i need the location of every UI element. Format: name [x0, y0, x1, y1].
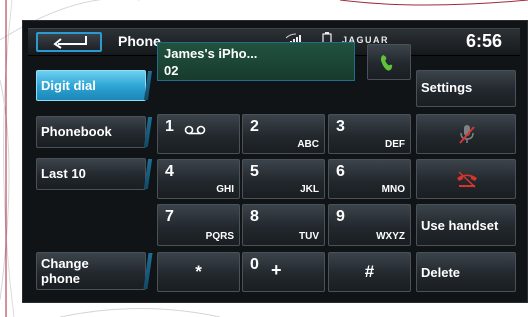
back-button[interactable]: [36, 32, 102, 52]
key-star[interactable]: *: [157, 252, 240, 292]
delete-label: Delete: [421, 265, 461, 280]
mute-button[interactable]: [416, 114, 516, 154]
end-call-icon: [457, 171, 477, 188]
page-title: Phone: [118, 33, 161, 49]
call-button[interactable]: [367, 44, 411, 80]
key-8-letters: TUV: [299, 231, 319, 242]
key-hash[interactable]: #: [328, 252, 411, 292]
key-8-number: 8: [250, 208, 259, 225]
key-4[interactable]: 4 GHI: [157, 159, 240, 199]
key-0[interactable]: 0 +: [242, 252, 325, 292]
key-hash-symbol: #: [364, 262, 375, 281]
key-0-plus: +: [271, 260, 282, 280]
key-7-number: 7: [165, 208, 174, 225]
key-4-letters: GHI: [216, 184, 234, 195]
change-phone-label: Change phone: [41, 256, 89, 286]
back-arrow-icon: [53, 36, 87, 49]
use-handset-label: Use handset: [421, 218, 499, 233]
settings-button[interactable]: Settings: [416, 70, 516, 107]
tab-last-10-label: Last 10: [41, 166, 86, 181]
key-1-number: 1: [165, 118, 174, 135]
key-4-number: 4: [165, 163, 174, 180]
settings-label: Settings: [421, 80, 473, 95]
tab-phonebook-label: Phonebook: [41, 124, 112, 139]
clock: 6:56: [466, 31, 503, 51]
use-handset-button[interactable]: Use handset: [416, 204, 516, 246]
dialed-number: 02: [164, 63, 179, 78]
key-0-number: 0: [250, 256, 259, 273]
key-3-letters: DEF: [385, 139, 405, 150]
key-2[interactable]: 2 ABC: [242, 114, 325, 154]
key-star-symbol: *: [195, 262, 202, 281]
dial-display: James's iPho... 02: [157, 42, 355, 81]
key-2-letters: ABC: [297, 139, 319, 150]
microphone-muted-icon: [459, 125, 475, 144]
key-9[interactable]: 9 WXYZ: [328, 204, 411, 246]
end-call-button[interactable]: [416, 159, 516, 199]
phone-screen: Phone JAGUAR 6:56 Digit dial Phonebook L…: [22, 20, 528, 303]
delete-button[interactable]: Delete: [416, 252, 516, 292]
tab-phonebook[interactable]: Phonebook: [36, 116, 146, 148]
change-phone-button[interactable]: Change phone: [36, 252, 146, 290]
key-2-number: 2: [250, 118, 259, 135]
key-6[interactable]: 6 MNO: [328, 159, 411, 199]
key-6-number: 6: [336, 163, 345, 180]
device-name: James's iPho...: [164, 46, 258, 61]
key-6-letters: MNO: [381, 184, 405, 195]
key-1[interactable]: 1: [157, 114, 240, 154]
key-3-number: 3: [336, 118, 345, 135]
key-5[interactable]: 5 JKL: [242, 159, 325, 199]
voicemail-icon: [184, 125, 206, 135]
key-3[interactable]: 3 DEF: [328, 114, 411, 154]
call-handset-icon: [381, 54, 393, 71]
key-5-number: 5: [250, 163, 259, 180]
tab-digit-dial[interactable]: Digit dial: [36, 70, 146, 101]
key-5-letters: JKL: [300, 184, 319, 195]
key-9-number: 9: [336, 208, 345, 225]
key-7[interactable]: 7 PQRS: [157, 204, 240, 246]
tab-last-10[interactable]: Last 10: [36, 158, 146, 190]
tab-digit-dial-label: Digit dial: [41, 78, 96, 93]
key-9-letters: WXYZ: [376, 231, 405, 242]
key-8[interactable]: 8 TUV: [242, 204, 325, 246]
key-7-letters: PQRS: [205, 231, 234, 242]
